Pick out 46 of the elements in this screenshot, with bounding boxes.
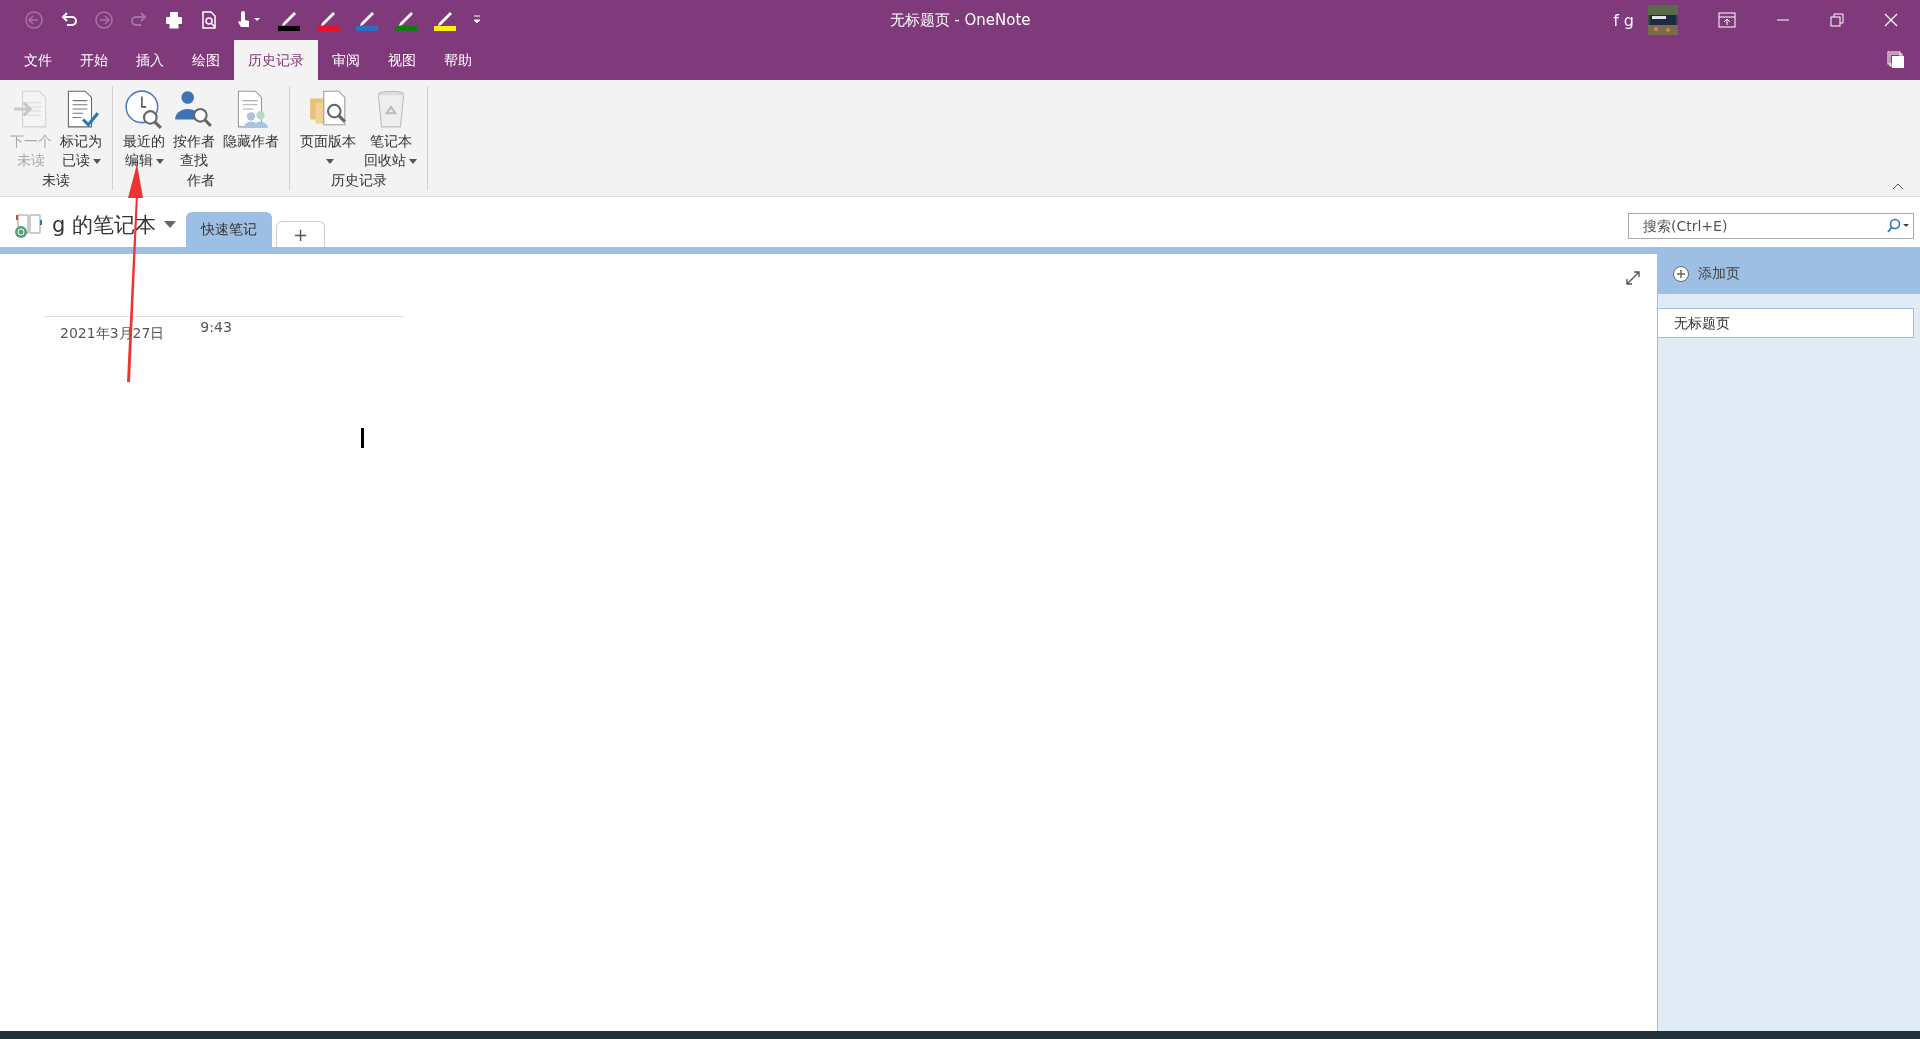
plus-circle-icon bbox=[1672, 265, 1690, 283]
person-search-icon bbox=[173, 88, 215, 130]
ribbon-button[interactable]: 隐藏作者 bbox=[219, 86, 283, 172]
page-list-item[interactable]: 无标题页 bbox=[1658, 308, 1914, 338]
ribbon-button[interactable]: 页面版本 bbox=[296, 86, 360, 172]
pages-stack-icon[interactable] bbox=[1886, 50, 1906, 70]
group-label: 历史记录 bbox=[329, 172, 388, 190]
search-field[interactable]: 搜索(Ctrl+E) bbox=[1628, 213, 1914, 239]
text-cursor bbox=[361, 428, 364, 448]
ribbon-tab[interactable]: 历史记录 bbox=[234, 40, 318, 80]
ribbon-tab[interactable]: 绘图 bbox=[178, 40, 234, 80]
user-name[interactable]: f g bbox=[1613, 10, 1634, 30]
pen-icon[interactable] bbox=[316, 9, 340, 31]
collapse-ribbon-icon[interactable] bbox=[1892, 182, 1904, 190]
ribbon-button[interactable]: 笔记本 回收站 bbox=[360, 86, 421, 172]
notebook-sync-icon bbox=[14, 212, 44, 238]
ribbon-tab[interactable]: 开始 bbox=[66, 40, 122, 80]
restore-icon[interactable] bbox=[1830, 13, 1844, 27]
customize-caret-icon[interactable] bbox=[472, 14, 482, 26]
print-preview-icon[interactable] bbox=[199, 10, 219, 30]
ribbon-button[interactable]: 标记为 已读 bbox=[56, 86, 106, 172]
ribbon-tab[interactable]: 帮助 bbox=[430, 40, 486, 80]
pen-icon[interactable] bbox=[355, 9, 379, 31]
window-title: 无标题页 - OneNote bbox=[888, 10, 1032, 30]
group-label: 作者 bbox=[186, 172, 216, 190]
ribbon-button[interactable]: 按作者 查找 bbox=[169, 86, 219, 172]
ribbon-tab[interactable]: 视图 bbox=[374, 40, 430, 80]
add-page-button[interactable]: 添加页 bbox=[1658, 254, 1920, 294]
pen-icon[interactable] bbox=[433, 9, 457, 31]
pen-icon[interactable] bbox=[277, 9, 301, 31]
add-section-tab[interactable]: + bbox=[276, 221, 326, 247]
ribbon-tab[interactable]: 审阅 bbox=[318, 40, 374, 80]
notebook-selector[interactable]: g 的笔记本 bbox=[0, 211, 186, 247]
expand-icon[interactable] bbox=[1625, 270, 1641, 286]
ribbon-tab[interactable]: 插入 bbox=[122, 40, 178, 80]
close-icon[interactable] bbox=[1884, 13, 1898, 27]
caret-icon bbox=[164, 221, 176, 229]
search-icon[interactable] bbox=[1886, 218, 1910, 234]
pen-icon[interactable] bbox=[394, 9, 418, 31]
ribbon-button[interactable]: 最近的 编辑 bbox=[119, 86, 169, 172]
group-label: 未读 bbox=[41, 172, 71, 190]
section-tab[interactable]: 快速笔记 bbox=[186, 212, 272, 247]
page-time: 9:43 bbox=[200, 318, 232, 337]
clock-search-icon bbox=[123, 88, 165, 130]
ribbon-tab[interactable]: 文件 bbox=[10, 40, 66, 80]
ribbon-display-icon[interactable] bbox=[1718, 12, 1736, 28]
